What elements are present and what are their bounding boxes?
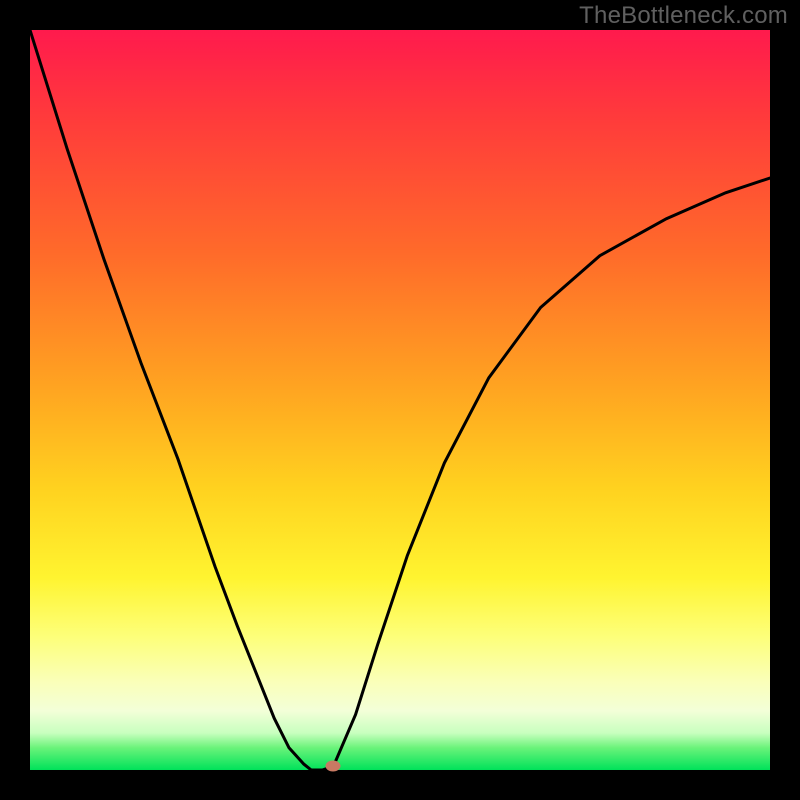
minimum-marker [326,761,341,772]
outer-frame: TheBottleneck.com [0,0,800,800]
curve-svg [30,30,770,770]
bottleneck-curve [30,30,770,770]
watermark-text: TheBottleneck.com [579,2,788,30]
plot-area [30,30,770,770]
